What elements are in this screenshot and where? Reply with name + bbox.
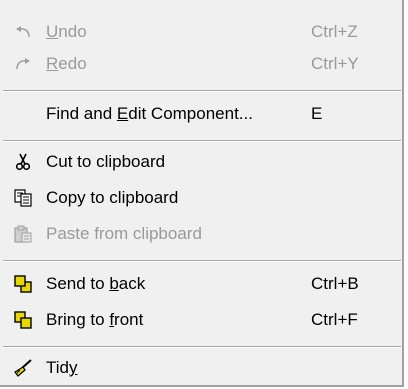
- menu-item-undo-shortcut: Ctrl+Z: [311, 22, 358, 41]
- menu-item-bring-to-front[interactable]: Bring to front Ctrl+F: [0, 304, 400, 336]
- menu-item-find-edit-shortcut: E: [311, 104, 323, 123]
- menu-item-redo[interactable]: Redo Ctrl+Y: [0, 48, 400, 80]
- menu-item-copy[interactable]: Copy to clipboard: [0, 182, 400, 214]
- menu-item-undo[interactable]: Undo Ctrl+Z: [0, 16, 400, 48]
- undo-arrow-icon: [13, 22, 33, 42]
- context-menu: Undo Ctrl+Z Redo Ctrl+Y Find and Edit Co…: [0, 0, 404, 387]
- menu-item-paste-label: Paste from clipboard: [46, 224, 202, 243]
- menu-item-tidy-label: Tidy: [46, 358, 78, 377]
- menu-item-cut-label: Cut to clipboard: [46, 152, 166, 171]
- copy-clipboard-icon: [13, 188, 33, 208]
- menu-item-send-back-label: Send to back: [46, 274, 146, 293]
- menu-item-redo-shortcut: Ctrl+Y: [311, 54, 359, 73]
- paste-clipboard-icon: [13, 224, 33, 244]
- menu-item-find-edit-label: Find and Edit Component...: [46, 104, 253, 123]
- menu-separator: [3, 90, 401, 92]
- menu-separator: [3, 260, 401, 262]
- menu-item-copy-label: Copy to clipboard: [46, 188, 179, 207]
- menu-item-bring-front-label: Bring to front: [46, 310, 144, 329]
- bring-to-front-icon: [13, 310, 33, 330]
- menu-separator: [3, 140, 401, 142]
- menu-item-bring-front-shortcut: Ctrl+F: [311, 310, 358, 329]
- menu-item-undo-label: Undo: [46, 22, 87, 41]
- menu-item-redo-label: Redo: [46, 54, 87, 73]
- menu-item-paste[interactable]: Paste from clipboard: [0, 218, 400, 250]
- scissors-icon: [13, 152, 33, 172]
- redo-arrow-icon: [13, 54, 33, 74]
- menu-item-find-edit-component[interactable]: Find and Edit Component... E: [0, 98, 400, 130]
- menu-item-tidy[interactable]: Tidy: [0, 352, 400, 384]
- menu-separator: [3, 346, 401, 348]
- send-to-back-icon: [13, 274, 33, 294]
- menu-item-cut[interactable]: Cut to clipboard: [0, 146, 400, 178]
- menu-item-send-to-back[interactable]: Send to back Ctrl+B: [0, 268, 400, 300]
- broom-icon: [13, 358, 33, 378]
- menu-item-send-back-shortcut: Ctrl+B: [311, 274, 359, 293]
